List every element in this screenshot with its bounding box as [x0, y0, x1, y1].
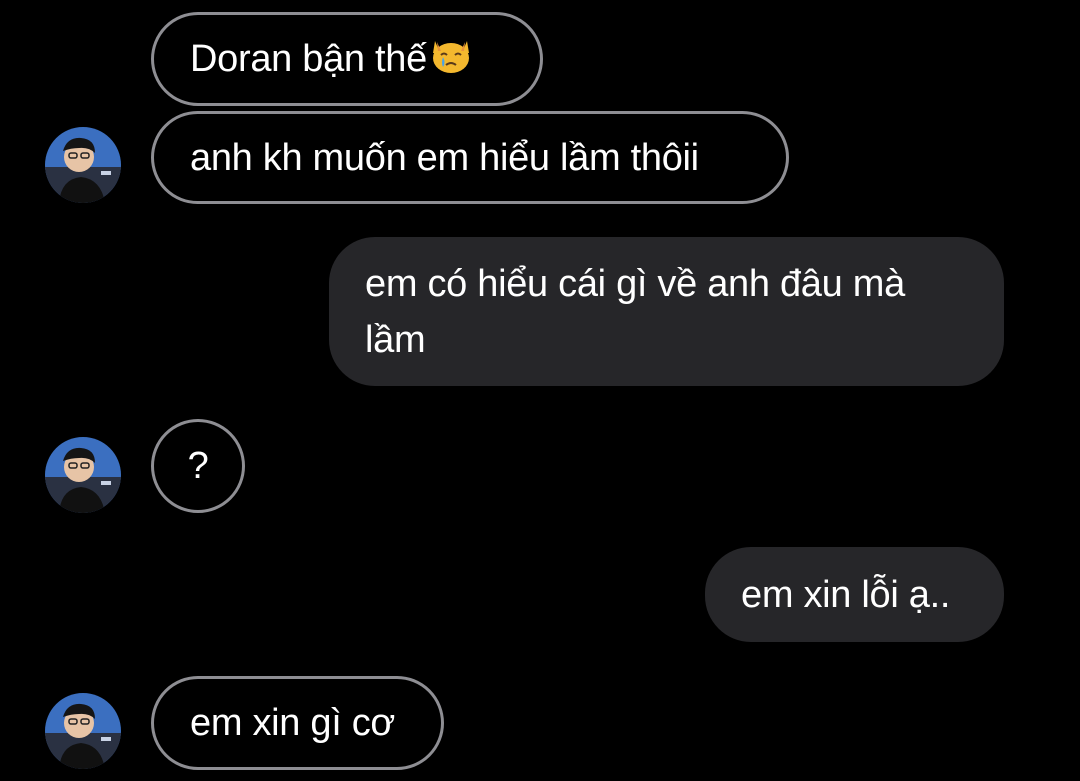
- incoming-message-bubble[interactable]: Doran bận thế: [151, 12, 543, 106]
- incoming-message-bubble[interactable]: em xin gì cơ: [151, 676, 444, 770]
- message-text: em xin lỗi ạ..: [741, 573, 951, 616]
- avatar-photo-icon: [45, 127, 121, 203]
- contact-avatar[interactable]: [45, 693, 121, 769]
- outgoing-message-bubble[interactable]: em có hiểu cái gì về anh đâu mà lầm: [329, 237, 1004, 386]
- contact-avatar[interactable]: [45, 437, 121, 513]
- message-text: anh kh muốn em hiểu lầm thôii: [190, 136, 699, 179]
- crying-cat-face-icon: [429, 31, 473, 87]
- message-text: em có hiểu cái gì về anh đâu mà lầm: [365, 262, 905, 361]
- incoming-message-bubble[interactable]: ?: [151, 419, 245, 513]
- outgoing-message-bubble[interactable]: em xin lỗi ạ..: [705, 547, 1004, 642]
- avatar-photo-icon: [45, 693, 121, 769]
- message-text: ?: [187, 445, 209, 487]
- incoming-message-bubble[interactable]: anh kh muốn em hiểu lầm thôii: [151, 111, 789, 204]
- message-text: em xin gì cơ: [190, 702, 396, 744]
- message-text: Doran bận thế: [190, 38, 427, 80]
- avatar-photo-icon: [45, 437, 121, 513]
- contact-avatar[interactable]: [45, 127, 121, 203]
